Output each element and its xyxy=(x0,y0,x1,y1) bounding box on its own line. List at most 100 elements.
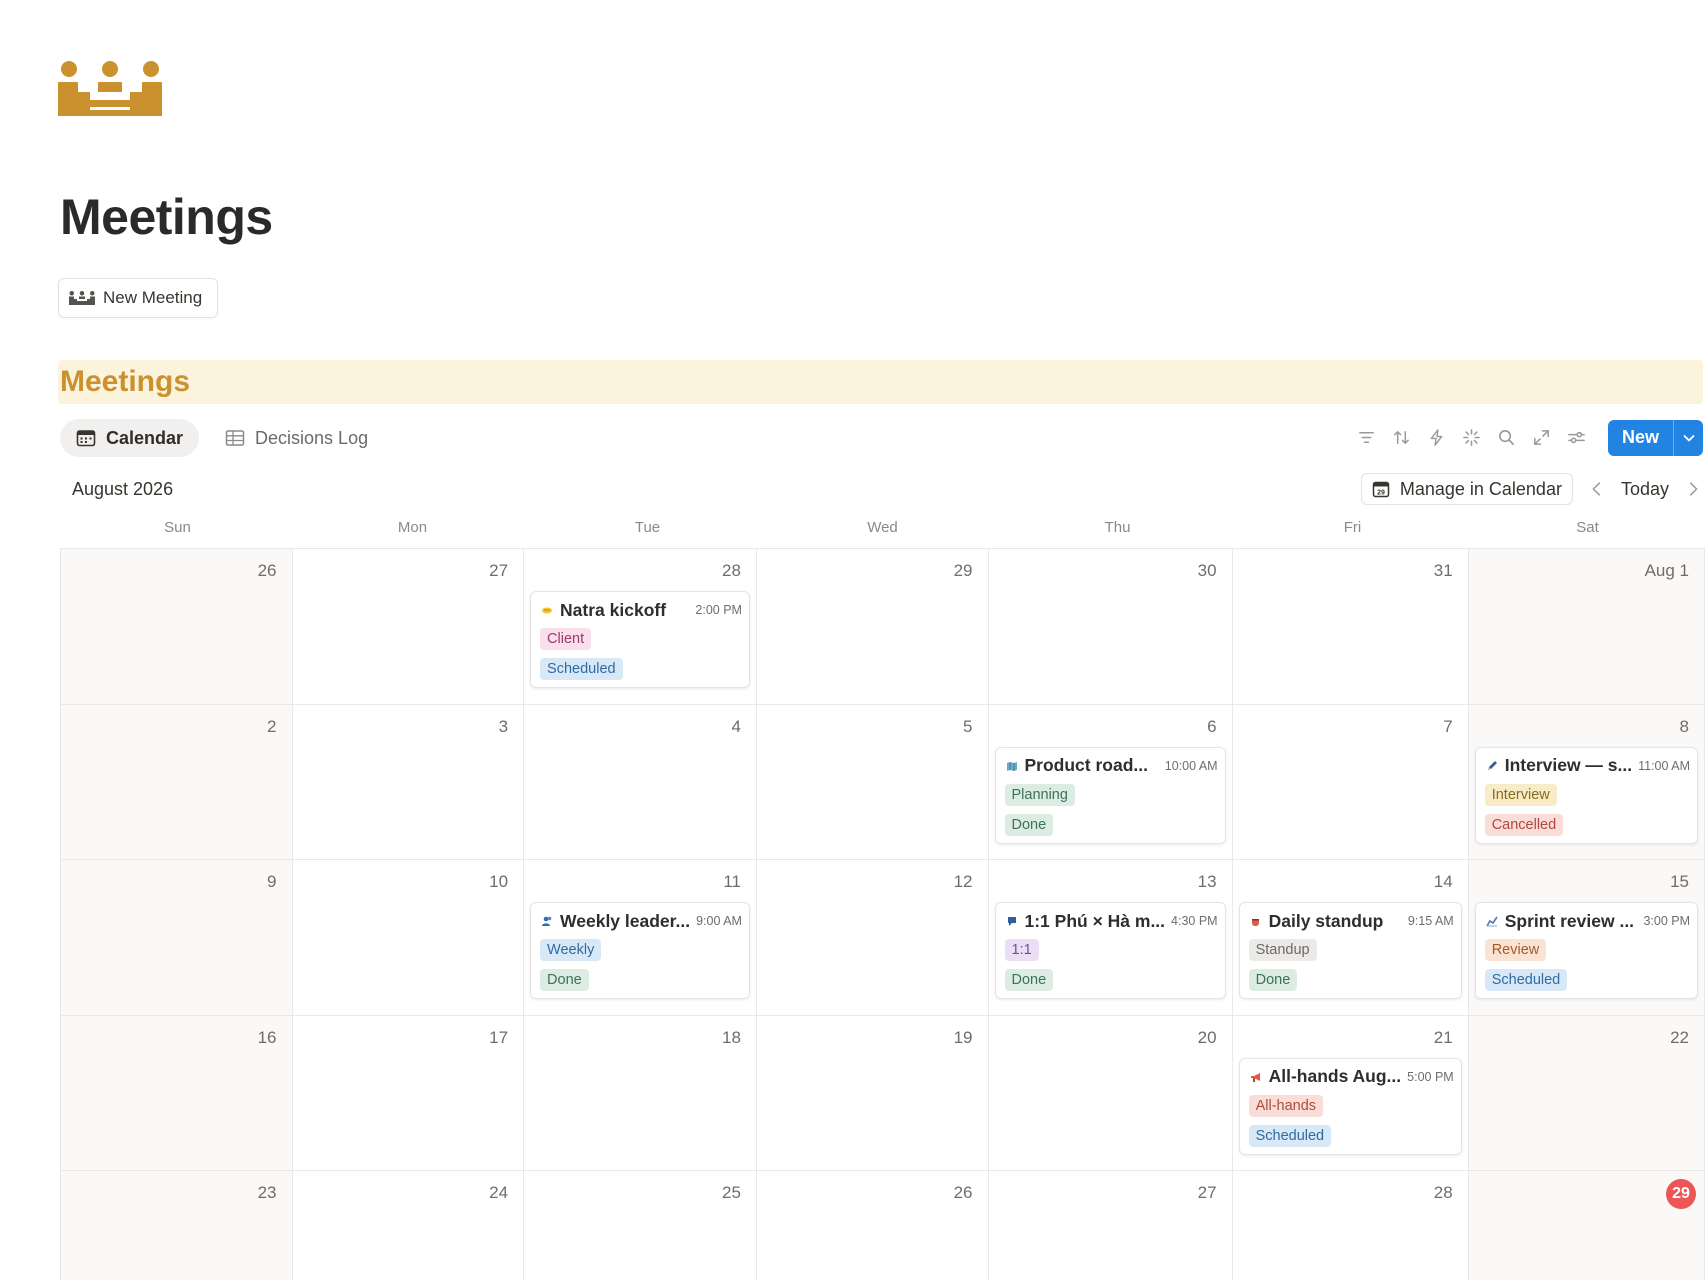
calendar-day-cell[interactable]: 7 xyxy=(1232,704,1469,860)
calendar-day-cell[interactable]: 29 xyxy=(1468,1171,1705,1280)
event-tag-row: 1:1 xyxy=(1004,933,1218,963)
calendar-day-cell[interactable]: 4 xyxy=(524,704,757,860)
day-number: 22 xyxy=(1670,1027,1689,1047)
calendar-day-cell[interactable]: 19 xyxy=(756,1015,989,1171)
calendar-day-cell[interactable]: 26 xyxy=(61,549,293,705)
new-button-label: New xyxy=(1621,427,1659,447)
event-card[interactable]: Product road... 10:00 AM Planning Done xyxy=(994,746,1226,844)
event-tag-row: Planning xyxy=(1004,778,1218,808)
event-tag-row: Done xyxy=(1004,808,1218,838)
new-meeting-button[interactable]: New Meeting xyxy=(58,278,219,318)
megaphone-icon xyxy=(1249,1070,1263,1084)
event-header: Product road... 10:00 AM xyxy=(1005,754,1218,778)
day-number: 11 xyxy=(723,872,741,891)
month-label: August 2026 xyxy=(72,479,174,499)
event-title: Daily standup xyxy=(1268,910,1384,931)
calendar-day-cell[interactable]: 5 xyxy=(756,704,989,860)
calendar-day-cell[interactable]: 9 xyxy=(61,860,293,1016)
ai-sparkle-icon[interactable] xyxy=(1462,428,1481,447)
calendar-day-cell[interactable]: Aug 1 xyxy=(1468,549,1705,705)
event-tag-row: All-hands xyxy=(1248,1089,1454,1119)
day-number: 19 xyxy=(953,1027,973,1047)
event-header: Daily standup 9:15 AM xyxy=(1249,909,1454,933)
event-card[interactable]: Weekly leader... 9:00 AM Weekly Done xyxy=(530,902,750,999)
calendar-day-cell[interactable]: 20 xyxy=(988,1015,1233,1171)
event-status-tag: Scheduled xyxy=(1248,1124,1332,1147)
event-card[interactable]: Sprint review ... 3:00 PM Review Scheduled xyxy=(1474,902,1698,999)
calendar-day-cell[interactable]: 17 xyxy=(292,1015,525,1171)
calendar-day-cell[interactable]: 26 xyxy=(756,1171,989,1280)
calendar-app-icon: 29 xyxy=(1372,481,1390,498)
previous-month-chevron-left-icon[interactable] xyxy=(1587,479,1607,499)
event-title: Product road... xyxy=(1024,755,1148,775)
calendar-day-cell[interactable]: 13 1:1 Phú × Hà m... 4:30 PM 1:1 Done xyxy=(988,860,1233,1016)
event-title: Natra kickoff xyxy=(560,599,667,620)
event-title: All-hands Aug... xyxy=(1268,1066,1402,1086)
calendar-day-cell[interactable]: 23 xyxy=(61,1171,293,1280)
calendar-day-cell[interactable]: 31 xyxy=(1232,549,1469,705)
event-card[interactable]: Interview — s... 11:00 AM Interview Cancell… xyxy=(1474,746,1698,844)
calendar-day-cell[interactable]: 22 xyxy=(1468,1015,1705,1171)
event-type-tag: All-hands xyxy=(1248,1094,1324,1117)
calendar-day-cell[interactable]: 29 xyxy=(756,549,989,705)
calendar-day-cell[interactable]: 10 xyxy=(292,860,525,1016)
settings-icon[interactable] xyxy=(1567,428,1586,447)
sort-icon[interactable] xyxy=(1392,428,1411,447)
calendar-day-cell[interactable]: 27 xyxy=(292,549,525,705)
calendar-day-cell[interactable]: 28 xyxy=(1232,1171,1469,1280)
event-title: 1:1 Phú × Hà m... xyxy=(1024,910,1166,931)
event-tag-row: Standup xyxy=(1248,933,1454,963)
today-button[interactable]: Today xyxy=(1621,479,1669,500)
next-month-chevron-right-icon[interactable] xyxy=(1683,479,1703,499)
calendar-day-cell[interactable]: 6 Product road... 10:00 AM Planning Done xyxy=(988,704,1233,860)
event-card[interactable]: 1:1 Phú × Hà m... 4:30 PM 1:1 Done xyxy=(994,902,1226,999)
calendar-day-cell[interactable]: 27 xyxy=(988,1171,1233,1280)
calendar-day-cell[interactable]: 3 xyxy=(292,704,525,860)
handshake-icon xyxy=(540,603,554,617)
people-icon xyxy=(540,914,554,928)
calendar-day-cell[interactable]: 11 Weekly leader... 9:00 AM Weekly Done xyxy=(524,860,757,1016)
calendar-day-cell[interactable]: 24 xyxy=(292,1171,525,1280)
day-number: 3 xyxy=(498,716,509,736)
event-header: Sprint review ... 3:00 PM xyxy=(1485,909,1690,933)
day-number: 17 xyxy=(489,1027,509,1047)
weekday-thu: Thu xyxy=(1104,519,1131,536)
weekday-fri: Fri xyxy=(1343,519,1362,536)
calendar-day-cell[interactable]: 30 xyxy=(988,549,1233,705)
day-number: 27 xyxy=(1197,1183,1217,1202)
calendar-day-cell[interactable]: 21 All-hands Aug... 5:00 PM All-hands Schedu… xyxy=(1232,1015,1469,1171)
new-meeting-label: New Meeting xyxy=(103,288,203,307)
calendar-day-cell[interactable]: 2 xyxy=(61,704,293,860)
event-tag-row: Done xyxy=(1004,963,1218,993)
database-title[interactable]: Meetings xyxy=(60,365,190,399)
manage-in-calendar-button[interactable]: 29 Manage in Calendar xyxy=(1360,473,1573,505)
manage-in-calendar-label: Manage in Calendar xyxy=(1399,478,1562,499)
calendar-day-cell[interactable]: 25 xyxy=(524,1171,757,1280)
tab-decisions-log[interactable]: Decisions Log xyxy=(209,419,384,457)
tab-decisions-log-label: Decisions Log xyxy=(255,427,369,448)
filter-icon[interactable] xyxy=(1357,428,1376,447)
calendar-day-cell[interactable]: 15 Sprint review ... 3:00 PM Review Schedule… xyxy=(1468,860,1705,1016)
automation-icon[interactable] xyxy=(1427,428,1446,447)
new-entry-button[interactable]: New xyxy=(1607,419,1703,456)
chart-icon xyxy=(1485,914,1499,928)
event-card[interactable]: All-hands Aug... 5:00 PM All-hands Schedule… xyxy=(1238,1057,1462,1155)
calendar-day-cell[interactable]: 18 xyxy=(524,1015,757,1171)
calendar-day-cell[interactable]: 14 Daily standup 9:15 AM Standup Done xyxy=(1232,860,1469,1016)
day-number: 29 xyxy=(953,561,973,580)
tab-calendar[interactable]: Calendar xyxy=(60,419,200,457)
calendar-day-cell[interactable]: 12 xyxy=(756,860,989,1016)
event-header: Interview — s... 11:00 AM xyxy=(1485,754,1690,778)
event-card[interactable]: Natra kickoff 2:00 PM Client Scheduled xyxy=(530,591,750,688)
search-icon[interactable] xyxy=(1497,428,1516,447)
event-time: 10:00 AM xyxy=(1164,758,1218,773)
calendar-day-cell[interactable]: 28 Natra kickoff 2:00 PM Client Scheduled xyxy=(524,549,757,705)
expand-icon[interactable] xyxy=(1532,428,1551,447)
event-status-tag: Done xyxy=(540,969,589,991)
calendar-day-cell[interactable]: 8 Interview — s... 11:00 AM Interview Cancel… xyxy=(1468,704,1705,860)
event-header: 1:1 Phú × Hà m... 4:30 PM xyxy=(1005,909,1218,933)
event-card[interactable]: Daily standup 9:15 AM Standup Done xyxy=(1238,902,1462,999)
day-number: 23 xyxy=(257,1183,277,1202)
chevron-down-icon[interactable] xyxy=(1673,419,1703,456)
calendar-day-cell[interactable]: 16 xyxy=(61,1015,293,1171)
